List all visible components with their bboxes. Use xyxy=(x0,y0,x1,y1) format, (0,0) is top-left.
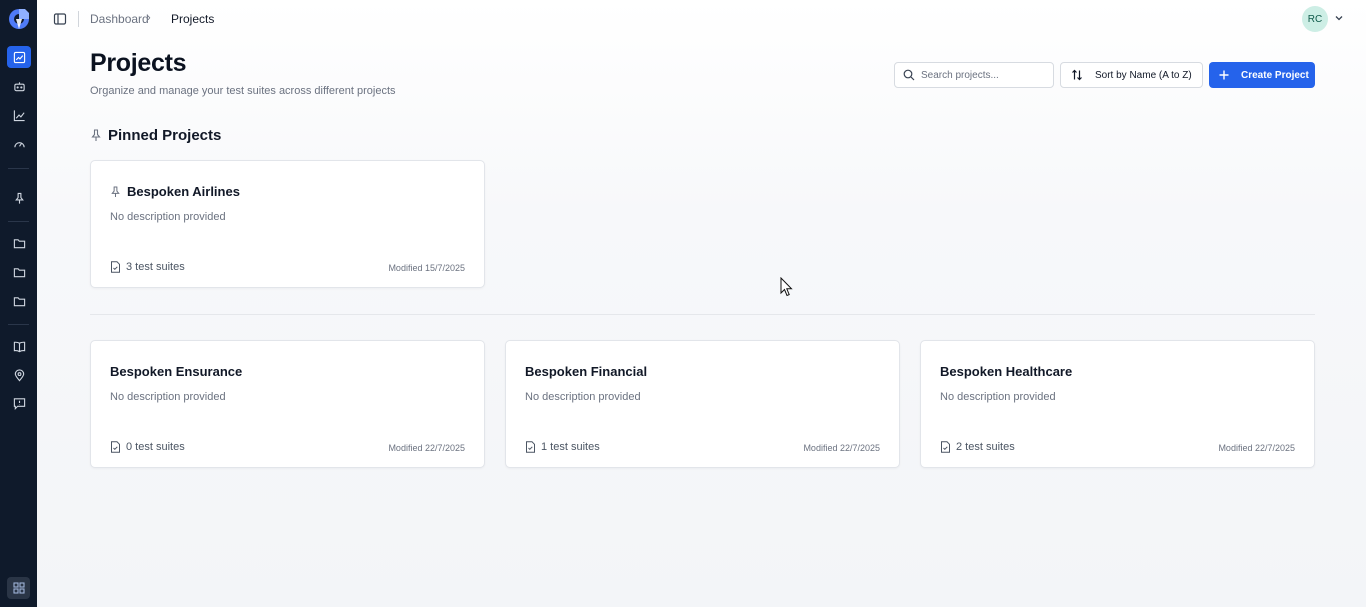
project-card-pinned[interactable]: Bespoken Airlines No description provide… xyxy=(90,160,485,288)
location-icon xyxy=(14,368,24,381)
project-description: No description provided xyxy=(940,391,1056,403)
pinned-section-title: Pinned Projects xyxy=(108,127,222,144)
section-divider xyxy=(90,314,1315,315)
suite-count-text: 0 test suites xyxy=(126,441,185,453)
sidebar-item-folder-2[interactable] xyxy=(7,261,31,283)
sidebar-item-performance[interactable] xyxy=(7,133,31,155)
search-box[interactable] xyxy=(894,62,1054,88)
pin-icon xyxy=(14,192,24,204)
mouse-cursor-icon xyxy=(780,277,793,297)
sidebar-item-locations[interactable] xyxy=(7,364,31,386)
project-name: Bespoken Airlines xyxy=(127,184,240,199)
pinned-section-header: Pinned Projects xyxy=(90,127,221,144)
projects-icon xyxy=(13,51,25,63)
sidebar-divider xyxy=(8,221,29,222)
project-card[interactable]: Bespoken Financial No description provid… xyxy=(505,340,900,468)
sidebar xyxy=(0,0,37,607)
app-logo-icon[interactable] xyxy=(7,7,31,31)
gauge-icon xyxy=(13,141,25,147)
project-suite-count: 3 test suites xyxy=(110,261,185,273)
breadcrumb-projects: Projects xyxy=(171,12,215,26)
project-description: No description provided xyxy=(110,391,226,403)
folder-icon xyxy=(13,267,25,277)
page-subtitle: Organize and manage your test suites acr… xyxy=(90,85,396,97)
sort-arrows-icon xyxy=(1072,69,1082,81)
topbar-divider xyxy=(78,11,79,27)
suite-count-text: 3 test suites xyxy=(126,261,185,273)
sidebar-item-folder-1[interactable] xyxy=(7,232,31,254)
suite-count-text: 2 test suites xyxy=(956,441,1015,453)
project-card[interactable]: Bespoken Healthcare No description provi… xyxy=(920,340,1315,468)
page-title: Projects xyxy=(90,49,187,77)
folder-icon xyxy=(13,296,25,306)
create-project-label: Create Project xyxy=(1241,69,1309,81)
project-name-row: Bespoken Airlines xyxy=(110,184,240,199)
search-input[interactable] xyxy=(921,69,1041,81)
project-suite-count: 0 test suites xyxy=(110,441,185,453)
search-icon xyxy=(903,69,915,81)
file-check-icon xyxy=(941,441,950,453)
file-check-icon xyxy=(526,441,535,453)
plus-icon xyxy=(1219,70,1229,80)
project-description: No description provided xyxy=(525,391,641,403)
sidebar-item-docs[interactable] xyxy=(7,335,31,357)
chevron-down-icon[interactable] xyxy=(1334,13,1344,23)
book-icon xyxy=(13,341,25,352)
sidebar-item-projects[interactable] xyxy=(7,46,31,68)
sidebar-item-agents[interactable] xyxy=(7,75,31,97)
folder-icon xyxy=(13,238,25,248)
sidebar-item-pinned[interactable] xyxy=(7,187,31,209)
robot-icon xyxy=(13,81,25,91)
breadcrumb-chevron-icon: › xyxy=(147,12,151,24)
sort-button-label: Sort by Name (A to Z) xyxy=(1095,69,1192,81)
project-name-row: Bespoken Healthcare xyxy=(940,364,1072,379)
pin-icon xyxy=(111,185,120,197)
sidebar-divider xyxy=(8,324,29,325)
project-name: Bespoken Financial xyxy=(525,364,648,379)
create-project-button[interactable]: Create Project xyxy=(1209,62,1315,88)
suite-count-text: 1 test suites xyxy=(541,441,600,453)
pin-icon xyxy=(91,129,101,141)
file-check-icon xyxy=(111,441,120,453)
file-check-icon xyxy=(111,261,120,273)
project-description: No description provided xyxy=(110,211,226,223)
project-name-row: Bespoken Ensurance xyxy=(110,364,242,379)
project-modified-date: Modified 22/7/2025 xyxy=(1218,443,1295,453)
sidebar-item-folder-3[interactable] xyxy=(7,290,31,312)
sort-button[interactable]: Sort by Name (A to Z) xyxy=(1060,62,1203,88)
sidebar-item-feedback[interactable] xyxy=(7,392,31,414)
sidebar-toggle-icon[interactable] xyxy=(53,12,67,26)
project-modified-date: Modified 15/7/2025 xyxy=(388,263,465,273)
apps-menu-button[interactable] xyxy=(7,577,30,599)
project-modified-date: Modified 22/7/2025 xyxy=(803,443,880,453)
sidebar-item-analytics[interactable] xyxy=(7,104,31,126)
project-suite-count: 1 test suites xyxy=(525,441,600,453)
project-name: Bespoken Ensurance xyxy=(110,364,243,379)
breadcrumb-dashboard[interactable]: Dashboard xyxy=(90,12,149,26)
project-name: Bespoken Healthcare xyxy=(940,364,1073,379)
analytics-icon xyxy=(13,109,25,121)
project-modified-date: Modified 22/7/2025 xyxy=(388,443,465,453)
top-bar: Dashboard › Projects RC xyxy=(37,0,1366,38)
user-avatar[interactable]: RC xyxy=(1302,6,1328,32)
apps-grid-icon xyxy=(12,582,25,594)
sidebar-divider xyxy=(8,168,29,169)
project-card[interactable]: Bespoken Ensurance No description provid… xyxy=(90,340,485,468)
feedback-icon xyxy=(13,397,25,410)
project-name-row: Bespoken Financial xyxy=(525,364,647,379)
project-suite-count: 2 test suites xyxy=(940,441,1015,453)
